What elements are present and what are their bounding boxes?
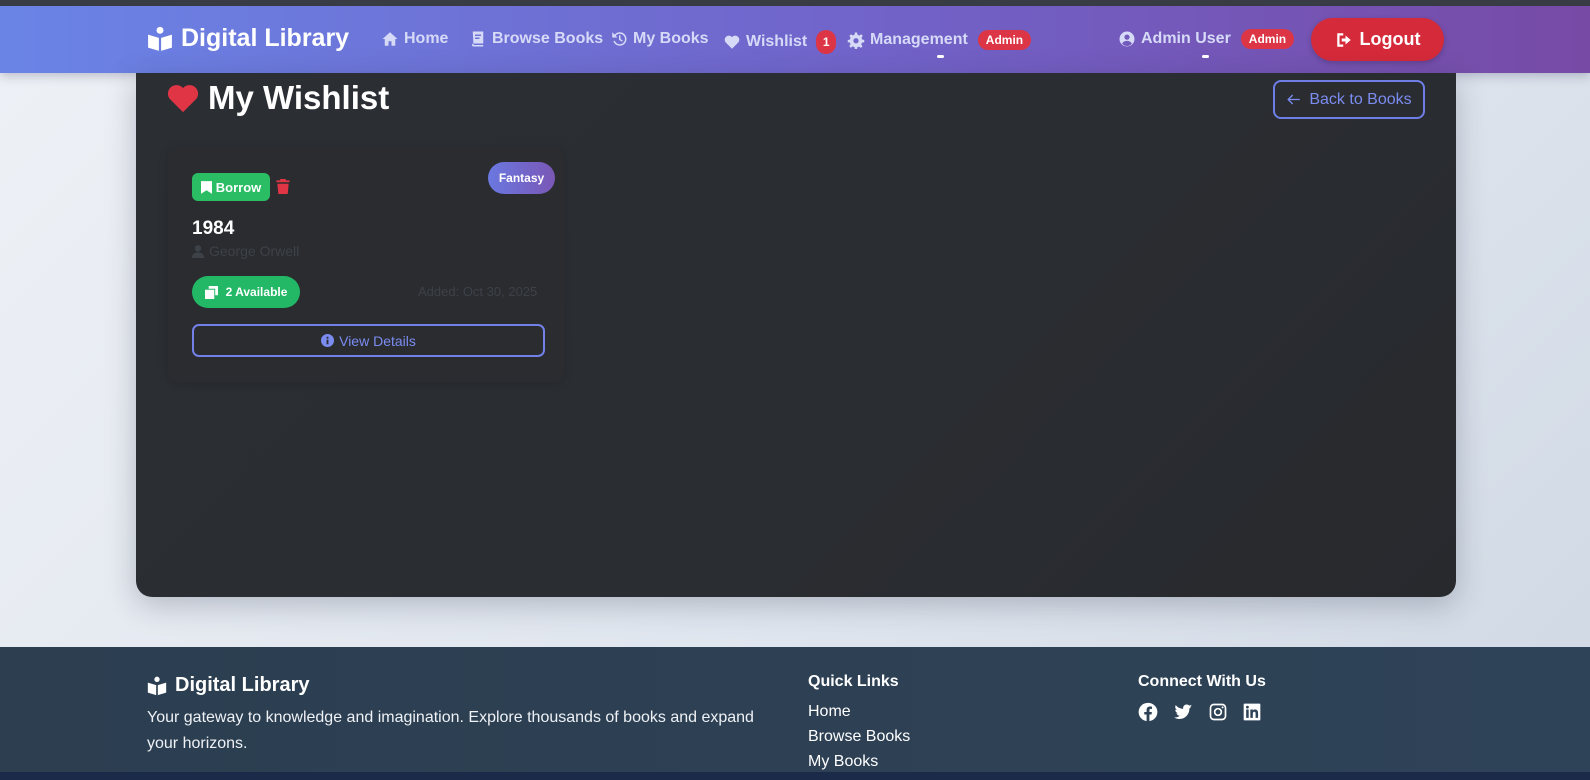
linkedin-icon[interactable] <box>1242 702 1262 722</box>
genre-badge: Fantasy <box>488 162 555 194</box>
copy-icon <box>204 285 218 299</box>
history-icon <box>612 32 627 46</box>
nav-my-books[interactable]: My Books <box>610 30 709 48</box>
logout-button[interactable]: Logout <box>1311 18 1444 61</box>
book-reader-icon <box>147 676 167 695</box>
os-taskbar <box>0 772 1590 780</box>
book-reader-icon <box>148 26 172 51</box>
brand-link[interactable]: Digital Library <box>147 24 349 53</box>
management-dropdown-indicator[interactable] <box>937 55 944 58</box>
user-menu[interactable]: Admin User Admin <box>1118 29 1295 49</box>
availability-text: 2 Available <box>225 285 288 299</box>
footer-link-home[interactable]: Home <box>808 703 851 721</box>
user-icon <box>192 244 204 258</box>
nav-browse-label: Browse Books <box>492 30 604 47</box>
bookmark-icon <box>200 180 212 194</box>
nav-my-books-label: My Books <box>633 30 709 47</box>
management-admin-badge: Admin <box>977 30 1032 50</box>
availability-badge: 2 Available <box>192 276 300 308</box>
page-title-text: My Wishlist <box>208 79 390 116</box>
view-details-label: View Details <box>339 332 416 349</box>
user-admin-badge: Admin <box>1240 29 1295 49</box>
footer-link-browse-books[interactable]: Browse Books <box>808 728 910 746</box>
footer-link-my-books[interactable]: My Books <box>808 753 878 771</box>
borrow-label: Borrow <box>215 179 262 195</box>
footer: Digital Library Your gateway to knowledg… <box>0 647 1590 772</box>
footer-brand: Digital Library <box>147 674 309 697</box>
book-icon <box>472 31 484 47</box>
quick-links-heading: Quick Links <box>808 673 899 690</box>
home-icon <box>382 32 398 46</box>
nav-wishlist[interactable]: Wishlist 1 <box>723 30 837 54</box>
page-title: My Wishlist <box>166 79 389 117</box>
book-title: 1984 <box>192 218 235 239</box>
connect-heading: Connect With Us <box>1138 673 1266 690</box>
logout-label: Logout <box>1359 29 1421 49</box>
added-date: Added: Oct 30, 2025 <box>418 284 538 299</box>
heart-icon <box>724 35 740 49</box>
back-to-books-button[interactable]: Back to Books <box>1273 80 1425 119</box>
book-author: George Orwell <box>192 243 299 259</box>
user-dropdown-indicator[interactable] <box>1202 55 1209 58</box>
brand-text: Digital Library <box>181 24 350 52</box>
nav-management-label: Management <box>870 31 968 48</box>
trash-icon[interactable] <box>276 179 290 194</box>
sign-out-icon <box>1336 32 1351 47</box>
footer-description: Your gateway to knowledge and imaginatio… <box>147 709 754 752</box>
nav-wishlist-label: Wishlist <box>746 33 808 50</box>
nav-management[interactable]: Management Admin <box>847 30 1032 50</box>
navbar: Digital Library Home Browse Books My Boo… <box>0 6 1590 73</box>
user-name: Admin User <box>1141 30 1231 47</box>
back-label: Back to Books <box>1309 90 1412 108</box>
arrow-left-icon <box>1287 94 1301 105</box>
wishlist-panel: My Wishlist Back to Books Borrow Fantasy… <box>136 73 1456 597</box>
facebook-icon[interactable] <box>1138 702 1158 722</box>
heart-icon <box>167 85 199 113</box>
wishlist-count-badge: 1 <box>816 30 837 54</box>
view-details-button[interactable]: View Details <box>192 324 545 357</box>
nav-home-label: Home <box>404 30 449 47</box>
nav-home[interactable]: Home <box>381 30 448 48</box>
nav-browse-books[interactable]: Browse Books <box>469 30 603 48</box>
instagram-icon[interactable] <box>1208 702 1228 722</box>
user-circle-icon <box>1119 31 1135 47</box>
author-name: George Orwell <box>209 243 300 259</box>
footer-brand-text: Digital Library <box>175 674 310 696</box>
borrow-button[interactable]: Borrow <box>192 173 270 201</box>
wishlist-card: Borrow Fantasy 1984 George Orwell 2 Avai… <box>168 147 564 382</box>
twitter-icon[interactable] <box>1173 702 1193 722</box>
info-circle-icon <box>321 334 335 347</box>
gear-icon <box>847 32 865 49</box>
